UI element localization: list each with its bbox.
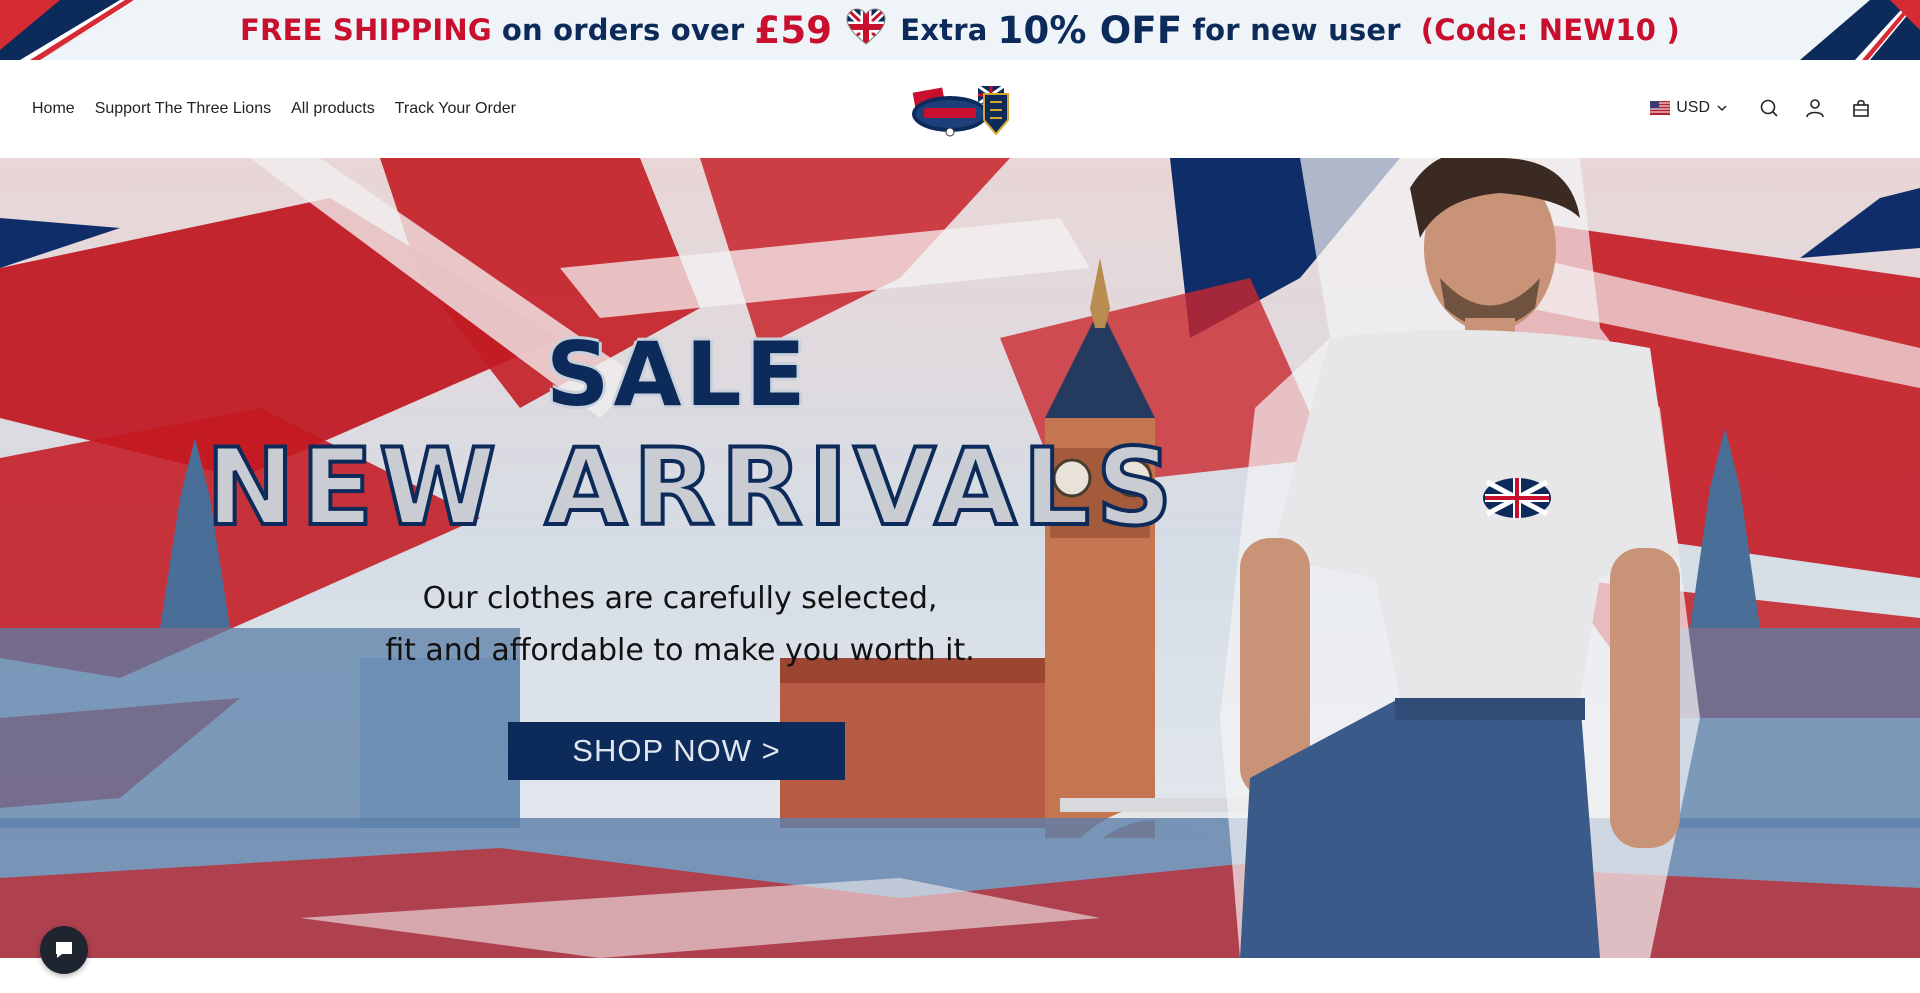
main-nav: Home Support The Three Lions All product… bbox=[32, 100, 516, 118]
new-arrivals-heading: NEW ARRIVALS bbox=[204, 424, 1179, 551]
us-flag-icon bbox=[1650, 101, 1671, 115]
discount-percent: 10% OFF bbox=[997, 8, 1183, 52]
nav-track-your-order[interactable]: Track Your Order bbox=[395, 100, 516, 118]
nav-home[interactable]: Home bbox=[32, 100, 75, 118]
hero-subcopy: Our clothes are carefully selected, fit … bbox=[380, 573, 980, 677]
account-icon[interactable] bbox=[1804, 97, 1826, 119]
currency-selector[interactable]: USD bbox=[1650, 99, 1728, 117]
site-header: Home Support The Three Lions All product… bbox=[0, 60, 1920, 158]
chevron-down-icon bbox=[1717, 105, 1727, 112]
hero-banner: SALE NEW ARRIVALS Our clothes are carefu… bbox=[0, 158, 1920, 958]
announcement-bar: FREE SHIPPING on orders over £59 Extra 1… bbox=[0, 0, 1920, 60]
extra-label: Extra bbox=[900, 13, 988, 47]
currency-label: USD bbox=[1676, 99, 1710, 116]
announcement-text: FREE SHIPPING on orders over £59 Extra 1… bbox=[240, 7, 1680, 53]
orders-over-label: on orders over bbox=[501, 13, 745, 47]
shop-now-button[interactable]: SHOP NOW > bbox=[508, 722, 845, 780]
chat-bubble-icon bbox=[56, 942, 72, 958]
threshold-amount: £59 bbox=[754, 8, 833, 52]
union-flag-corner-left bbox=[0, 0, 140, 60]
hero-background-image bbox=[0, 158, 1920, 958]
sale-heading: SALE bbox=[546, 323, 810, 426]
nav-support-the-three-lions[interactable]: Support The Three Lions bbox=[95, 100, 271, 118]
union-flag-corner-right bbox=[1800, 0, 1920, 60]
hero-subcopy-line-1: Our clothes are carefully selected, bbox=[422, 581, 938, 616]
header-actions: USD bbox=[1650, 97, 1872, 119]
hero-subcopy-line-2: fit and affordable to make you worth it. bbox=[385, 633, 975, 668]
chat-widget-button[interactable] bbox=[40, 926, 88, 974]
search-icon[interactable] bbox=[1758, 97, 1780, 119]
promo-code: (Code: NEW10 ) bbox=[1420, 13, 1680, 47]
union-flag-heart-icon bbox=[846, 7, 886, 53]
nav-all-products[interactable]: All products bbox=[291, 100, 375, 118]
new-user-label: for new user bbox=[1192, 13, 1401, 47]
site-logo[interactable] bbox=[910, 80, 1012, 138]
cart-icon[interactable] bbox=[1850, 97, 1872, 119]
free-shipping-label: FREE SHIPPING bbox=[240, 13, 492, 47]
